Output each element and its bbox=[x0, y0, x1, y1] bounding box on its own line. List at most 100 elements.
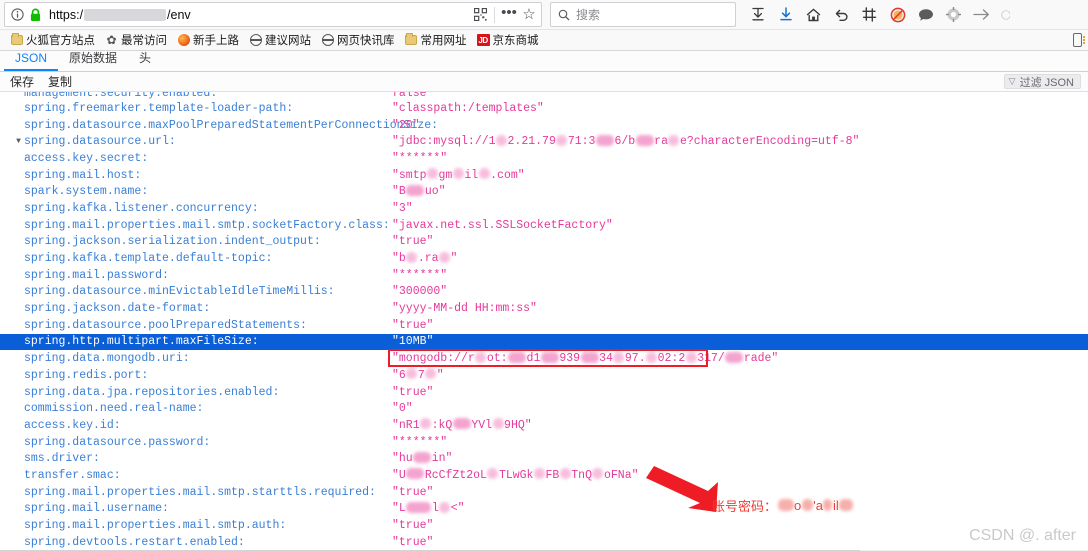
annotation-label: 账号密码： o 'a il bbox=[712, 496, 854, 515]
json-key: spring.kafka.listener.concurrency: bbox=[24, 201, 259, 215]
json-row[interactable]: spring.kafka.listener.concurrency: "3" bbox=[0, 200, 1088, 217]
redaction-blur bbox=[559, 468, 571, 480]
json-value: "******" bbox=[392, 151, 448, 165]
url-suffix: /env bbox=[167, 8, 191, 22]
forward-arrow-icon[interactable] bbox=[972, 5, 991, 24]
json-row[interactable]: spring.mail.host: "smtp gm il .com" bbox=[0, 167, 1088, 184]
json-value: "300000" bbox=[392, 285, 448, 299]
json-value: "3" bbox=[392, 201, 413, 215]
redaction-blur bbox=[592, 468, 604, 480]
globe-icon bbox=[249, 34, 262, 47]
json-row[interactable]: management.security.enabled: false bbox=[0, 92, 1088, 100]
chat-icon[interactable] bbox=[916, 5, 935, 24]
json-row[interactable]: spring.datasource.maxPoolPreparedStateme… bbox=[0, 117, 1088, 134]
json-row[interactable]: spring.datasource.password: "******" bbox=[0, 434, 1088, 451]
json-row[interactable]: spring.devtools.restart.enabled: "true" bbox=[0, 534, 1088, 551]
qr-code-icon[interactable] bbox=[470, 5, 490, 25]
undo-icon[interactable] bbox=[832, 5, 851, 24]
annotation-blur-2 bbox=[801, 498, 813, 511]
settings-gear-icon[interactable] bbox=[944, 5, 963, 24]
csdn-watermark: CSDN @. after bbox=[969, 527, 1076, 544]
home-icon[interactable] bbox=[804, 5, 823, 24]
json-row[interactable]: spring.datasource.minEvictableIdleTimeMi… bbox=[0, 284, 1088, 301]
save-button[interactable]: 保存 bbox=[5, 72, 39, 91]
json-row[interactable]: spring.data.jpa.repositories.enabled: "tr… bbox=[0, 384, 1088, 401]
bookmark-jd-mall[interactable]: JD 京东商城 bbox=[472, 31, 544, 50]
bookmark-label: 建议网站 bbox=[265, 35, 311, 47]
bookmark-suggested-sites[interactable]: 建议网站 bbox=[244, 31, 316, 50]
star-icon[interactable]: ☆ bbox=[519, 5, 539, 25]
redaction-blur bbox=[685, 351, 697, 363]
url-prefix: https:/ bbox=[49, 8, 84, 22]
json-row[interactable]: spring.http.multipart.maxFileSize: "10MB" bbox=[0, 333, 1088, 351]
tab-raw-data[interactable]: 原始数据 bbox=[58, 49, 128, 71]
annotation-blur-4 bbox=[839, 498, 854, 511]
copy-button[interactable]: 复制 bbox=[43, 72, 77, 91]
json-key: spring.data.jpa.repositories.enabled: bbox=[24, 385, 280, 399]
json-row[interactable]: spring.mail.properties.mail.smtp.auth: "t… bbox=[0, 517, 1088, 534]
firefox-icon bbox=[177, 34, 190, 47]
bookmark-getting-started[interactable]: 新手上路 bbox=[172, 31, 244, 50]
toolbar-separator bbox=[494, 6, 495, 23]
ellipsis-icon[interactable]: ••• bbox=[499, 5, 519, 25]
json-key: spring.datasource.maxPoolPreparedStateme… bbox=[24, 118, 439, 132]
bookmark-common-sites[interactable]: 常用网址 bbox=[400, 31, 472, 50]
json-row[interactable]: spring.jackson.date-format: "yyyy-MM-dd H… bbox=[0, 300, 1088, 317]
annotation-blur-1 bbox=[777, 498, 794, 511]
bookmarks-overflow[interactable] bbox=[1073, 33, 1085, 47]
json-key: spring.mail.password: bbox=[24, 268, 169, 282]
adblock-icon[interactable] bbox=[888, 5, 907, 24]
json-value: "mongodb://r ot: d1 939 34 97. 02:2 317/rade" bbox=[392, 351, 779, 366]
url-bar[interactable]: https:/ /env ••• ☆ bbox=[4, 2, 542, 27]
json-row[interactable]: spring.datasource.poolPreparedStatements… bbox=[0, 317, 1088, 334]
red-arrow-annotation bbox=[646, 466, 718, 512]
globe-icon bbox=[321, 34, 334, 47]
json-row[interactable]: spark.system.name: "B uo" bbox=[0, 183, 1088, 200]
json-key: spring.mail.properties.mail.smtp.auth: bbox=[24, 519, 287, 533]
json-row[interactable]: spring.kafka.template.default-topic: "b .r… bbox=[0, 250, 1088, 267]
json-row[interactable]: spring.mail.username: "L l <" bbox=[0, 501, 1088, 518]
json-row[interactable]: transfer.smac: "U RcCfZt2oL TLwGk FB TnQ oFNa" bbox=[0, 467, 1088, 484]
bookmark-label: 火狐官方站点 bbox=[26, 35, 95, 47]
redaction-blur bbox=[478, 168, 490, 180]
json-row[interactable]: spring.redis.port: "6 7 " bbox=[0, 367, 1088, 384]
json-row[interactable]: spring.mail.properties.mail.smtp.socketF… bbox=[0, 217, 1088, 234]
json-value: "0" bbox=[392, 402, 413, 416]
json-rows-container[interactable]: management.security.enabled: false spring.… bbox=[0, 92, 1088, 551]
redaction-blur bbox=[487, 468, 499, 480]
pocket-save-icon[interactable] bbox=[748, 5, 767, 24]
gear-icon: ✿ bbox=[106, 33, 117, 47]
json-row[interactable]: access.key.id: "nR1:kQ YVl 9HQ" bbox=[0, 417, 1088, 434]
page-info-icon[interactable] bbox=[7, 5, 27, 25]
json-row[interactable]: sms.driver: "hu in" bbox=[0, 450, 1088, 467]
json-key: spring.datasource.password: bbox=[24, 435, 211, 449]
json-row[interactable]: access.key.secret: "******" bbox=[0, 150, 1088, 167]
redaction-blur bbox=[475, 351, 487, 363]
lock-icon[interactable] bbox=[25, 5, 45, 25]
json-value: "true" bbox=[392, 485, 434, 499]
json-row-mongodb-uri[interactable]: spring.data.mongodb.uri: "mongodb://r ot: d… bbox=[0, 350, 1088, 367]
json-row[interactable]: commission.need.real-name: "0" bbox=[0, 400, 1088, 417]
screenshot-icon[interactable] bbox=[860, 5, 879, 24]
downloads-icon[interactable] bbox=[776, 5, 795, 24]
mobile-bookmarks-icon[interactable] bbox=[1073, 33, 1085, 47]
filter-json-input[interactable]: ▽ 过滤 JSON bbox=[1003, 74, 1081, 89]
json-row[interactable]: spring.jackson.serialization.indent_outp… bbox=[0, 234, 1088, 251]
bookmark-most-visited[interactable]: ✿ 最常访问 bbox=[100, 31, 172, 50]
redaction-blur bbox=[413, 451, 432, 463]
tab-json[interactable]: JSON bbox=[4, 49, 59, 71]
search-bar[interactable]: 搜索 bbox=[550, 2, 736, 27]
redaction-blur bbox=[427, 168, 439, 180]
json-value: "yyyy-MM-dd HH:mm:ss" bbox=[392, 302, 537, 316]
profile-icon[interactable] bbox=[1000, 5, 1010, 24]
tab-headers[interactable]: 头 bbox=[128, 49, 162, 71]
redaction-blur bbox=[556, 134, 568, 146]
bookmark-huhu-official[interactable]: 火狐官方站点 bbox=[5, 31, 100, 50]
bookmark-news-library[interactable]: 网页快讯库 bbox=[316, 31, 400, 50]
json-row[interactable]: ▼ spring.datasource.url: "jdbc:mysql://1 2.… bbox=[0, 133, 1088, 150]
search-input[interactable]: 搜索 bbox=[576, 6, 600, 23]
json-row[interactable]: spring.mail.properties.mail.smtp.starttl… bbox=[0, 484, 1088, 501]
json-row[interactable]: spring.freemarker.template-loader-path: "… bbox=[0, 100, 1088, 117]
collapse-triangle-icon[interactable]: ▼ bbox=[13, 137, 24, 146]
json-row[interactable]: spring.mail.password: "******" bbox=[0, 267, 1088, 284]
